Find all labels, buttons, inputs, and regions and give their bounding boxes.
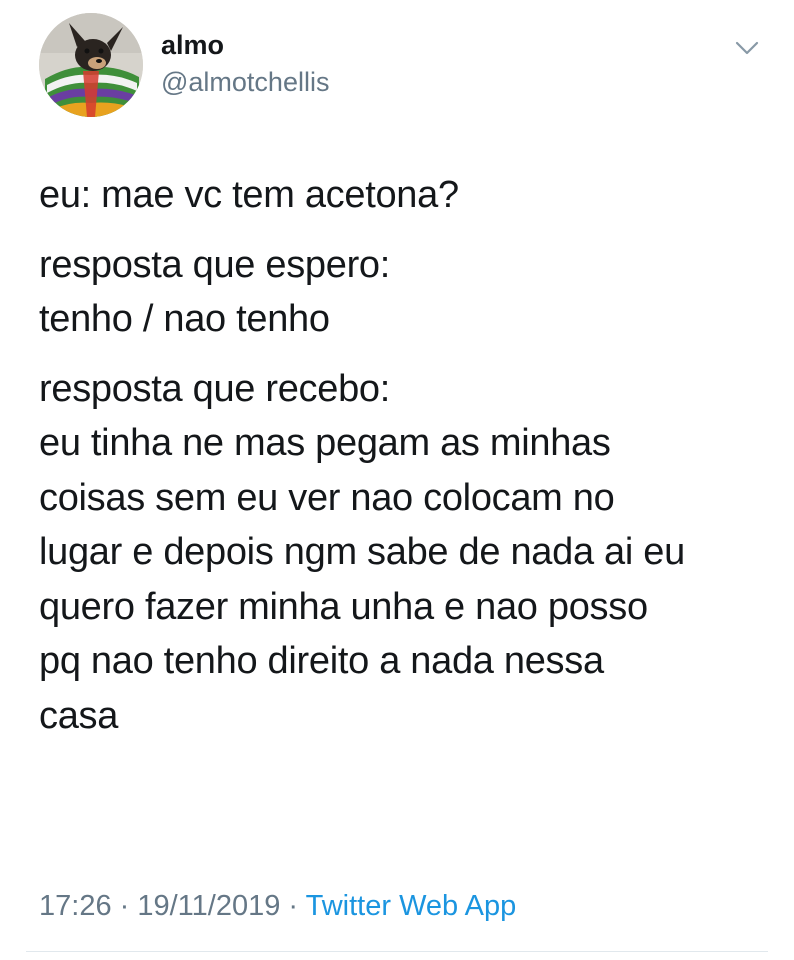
tweet-paragraph: resposta que recebo: eu tinha ne mas peg… <box>39 362 769 744</box>
tweet-paragraph: resposta que espero: tenho / nao tenho <box>39 238 769 347</box>
tweet-line: resposta que espero: <box>39 243 391 286</box>
tweet-line: resposta que recebo: <box>39 367 391 410</box>
author-display-name[interactable]: almo <box>161 28 224 62</box>
tweet-line: casa <box>39 694 119 737</box>
dog-avatar-icon <box>39 13 143 117</box>
meta-separator: · <box>111 890 138 922</box>
tweet-line: pq nao tenho direito a nada nessa <box>39 640 604 682</box>
chevron-down-icon[interactable] <box>733 36 761 60</box>
tweet-line: eu tinha ne mas pegam as minhas <box>39 422 611 464</box>
tweet-time[interactable]: 17:26 <box>39 890 112 922</box>
tweet-line: eu: mae vc tem acetona? <box>39 174 459 216</box>
tweet-paragraph: eu: mae vc tem acetona? <box>39 168 769 223</box>
tweet-text: eu: mae vc tem acetona? resposta que esp… <box>39 168 769 743</box>
tweet-date[interactable]: 19/11/2019 <box>137 890 280 922</box>
tweet-source-link[interactable]: Twitter Web App <box>306 890 517 922</box>
divider <box>26 951 768 952</box>
tweet-line: quero fazer minha unha e nao posso <box>39 585 648 628</box>
tweet-line: lugar e depois ngm sabe de nada ai eu <box>39 531 685 573</box>
avatar[interactable] <box>39 13 143 117</box>
tweet-line: coisas sem eu ver nao colocam no <box>39 476 615 519</box>
meta-separator: · <box>280 890 306 922</box>
author-handle[interactable]: @almotchellis <box>161 65 329 99</box>
tweet: almo @almotchellis eu: mae vc tem aceton… <box>0 0 794 960</box>
tweet-meta: 17:26 · 19/11/2019 · Twitter Web App <box>39 888 516 924</box>
tweet-line: tenho / nao tenho <box>39 298 330 340</box>
